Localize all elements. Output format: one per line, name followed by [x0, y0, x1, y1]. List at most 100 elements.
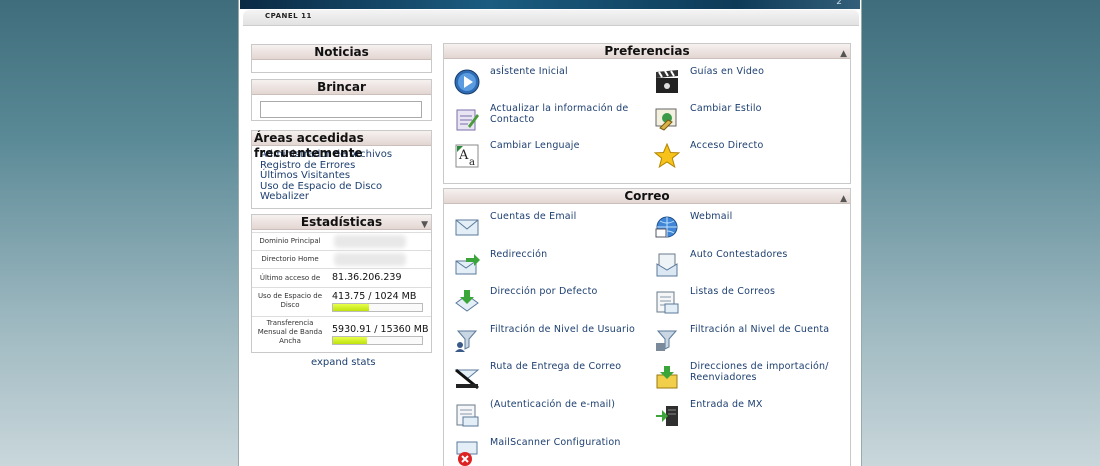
item-label: Redirección [490, 249, 548, 260]
stats-row-bandwidth: Transferencia Mensual de Banda Ancha 593… [252, 316, 431, 353]
item-label: Dirección por Defecto [490, 286, 598, 297]
stats-title: Estadísticas ▼ [252, 215, 431, 230]
item-label: Entrada de MX [690, 399, 763, 410]
home-label: Directorio Home [261, 255, 319, 263]
mail-item-account-filters[interactable]: Filtración al Nivel de Cuenta [644, 324, 844, 359]
last-login-label: Último acceso de [259, 274, 321, 282]
mail-title-text: Correo [624, 189, 670, 203]
item-label: Cambiar Lenguaje [490, 140, 580, 151]
frequent-areas-panel: Áreas accedidas frecuentemente Administr… [251, 130, 432, 209]
mail-item-mx-entry[interactable]: Entrada de MX [644, 399, 844, 434]
import-addresses-icon [656, 366, 678, 389]
item-label: Actualizar la información de Contacto [490, 103, 629, 125]
preferences-title: Preferencias ▲ [444, 44, 850, 59]
stats-row-disk: Uso de Espacio de Disco 413.75 / 1024 MB [252, 287, 431, 316]
news-panel: Noticias [251, 44, 432, 73]
item-label: Filtración de Nivel de Usuario [490, 324, 635, 335]
home-value-redacted [334, 253, 406, 266]
mail-item-webmail[interactable]: Webmail [644, 211, 844, 246]
bandwidth-usage-bar [332, 336, 423, 345]
mail-item-import-addresses[interactable]: Direcciones de importación/ Reenviadores [644, 361, 844, 396]
item-label: Guías en Video [690, 66, 765, 77]
stats-title-text: Estadísticas [300, 215, 383, 229]
user-filter-icon [455, 330, 478, 352]
svg-text:a: a [469, 157, 475, 168]
jump-title: Brincar [252, 80, 431, 95]
clapperboard-icon [656, 70, 678, 93]
last-login-value: 81.36.206.239 [332, 272, 402, 283]
freq-link-latest-visitors[interactable]: Últimos Visitantes [260, 170, 431, 182]
stats-panel: Estadísticas ▼ Dominio Principal Directo… [251, 214, 432, 353]
cpanel-page: 2 CPANEL 11 Noticias Brincar Áreas acced… [238, 0, 862, 466]
pref-item-change-style[interactable]: Cambiar Estilo [644, 103, 844, 138]
item-label: (Autenticación de e-mail) [490, 399, 616, 410]
autoresponder-icon [656, 253, 678, 277]
preferences-title-text: Preferencias [604, 44, 690, 58]
mailing-list-icon [656, 291, 679, 314]
item-label: asÍstente Inicial [490, 66, 568, 77]
collapse-arrow-icon[interactable]: ▼ [421, 218, 428, 233]
stats-row-domain: Dominio Principal [252, 232, 431, 250]
top-tabbar: CPANEL 11 [243, 10, 859, 26]
mx-entry-icon [656, 406, 678, 426]
disk-usage-bar [332, 303, 423, 312]
disk-value: 413.75 / 1024 MB [332, 291, 417, 302]
collapse-arrow-icon[interactable]: ▲ [840, 192, 847, 207]
mail-title: Correo ▲ [444, 189, 850, 204]
item-label: MailScanner Configuration [490, 437, 621, 448]
contact-card-icon [456, 109, 479, 131]
tab-cpanel[interactable]: CPANEL 11 [265, 12, 312, 20]
news-title: Noticias [252, 45, 431, 60]
bandwidth-label: Transferencia Mensual de Banda Ancha [257, 319, 323, 345]
mail-item-email-auth[interactable]: (Autenticación de e-mail) [444, 399, 644, 434]
mail-item-mailing-lists[interactable]: Listas de Correos [644, 286, 844, 321]
account-filter-icon [656, 330, 678, 351]
mailscanner-icon [456, 441, 478, 466]
domain-value-redacted [334, 235, 406, 248]
envelope-icon [455, 219, 479, 236]
item-label: Auto Contestadores [690, 249, 788, 260]
collapse-arrow-icon[interactable]: ▲ [840, 47, 847, 62]
pref-item-shortcuts[interactable]: Acceso Directo [644, 140, 844, 175]
frequent-areas-title: Áreas accedidas frecuentemente [252, 131, 431, 160]
mail-item-delivery-route[interactable]: Ruta de Entrega de Correo [444, 361, 644, 396]
stats-row-last-login: Último acceso de 81.36.206.239 [252, 268, 431, 287]
preferences-panel: Preferencias ▲ asÍstente Inicial Guías e… [443, 43, 851, 184]
item-label: Cuentas de Email [490, 211, 577, 222]
item-label: Webmail [690, 211, 733, 222]
item-label: Listas de Correos [690, 286, 776, 297]
mail-item-email-accounts[interactable]: Cuentas de Email [444, 211, 644, 246]
globe-mail-icon [655, 216, 678, 238]
play-icon [454, 69, 480, 95]
expand-stats-link[interactable]: expand stats [311, 357, 376, 368]
domain-label: Dominio Principal [259, 237, 321, 245]
delivery-route-icon [454, 368, 480, 390]
item-label: Ruta de Entrega de Correo [490, 361, 622, 372]
default-address-icon [455, 290, 479, 312]
mail-item-autoresponders[interactable]: Auto Contestadores [644, 249, 844, 284]
item-label: Cambiar Estilo [690, 103, 762, 114]
item-label: Filtración al Nivel de Cuenta [690, 324, 830, 335]
header-banner: 2 [240, 0, 860, 9]
email-auth-icon [456, 404, 479, 427]
jump-panel: Brincar [251, 79, 432, 121]
pref-item-getting-started[interactable]: asÍstente Inicial [444, 66, 644, 101]
mail-item-user-filters[interactable]: Filtración de Nivel de Usuario [444, 324, 644, 359]
item-label: Direcciones de importación/ Reenviadores [690, 361, 829, 383]
freq-link-webalizer[interactable]: Webalizer [260, 191, 431, 203]
item-label: Acceso Directo [690, 140, 764, 151]
disk-label: Uso de Espacio de Disco [257, 292, 323, 309]
mail-item-mailscanner[interactable]: MailScanner Configuration [444, 437, 644, 466]
pref-item-update-contact[interactable]: Actualizar la información de Contacto [444, 103, 644, 138]
bandwidth-usage-fill [333, 337, 368, 344]
forward-mail-icon [455, 254, 480, 275]
jump-input[interactable] [260, 101, 422, 118]
bandwidth-value: 5930.91 / 15360 MB [332, 324, 429, 335]
mail-item-default-address[interactable]: Dirección por Defecto [444, 286, 644, 321]
disk-usage-fill [333, 304, 369, 311]
mail-item-forwarders[interactable]: Redirección [444, 249, 644, 284]
paint-style-icon [655, 108, 677, 131]
pref-item-change-language[interactable]: A a Cambiar Lenguaje [444, 140, 644, 175]
mail-panel: Correo ▲ Cuentas de Email Webmail Redire… [443, 188, 851, 466]
pref-item-video-tutorials[interactable]: Guías en Video [644, 66, 844, 101]
